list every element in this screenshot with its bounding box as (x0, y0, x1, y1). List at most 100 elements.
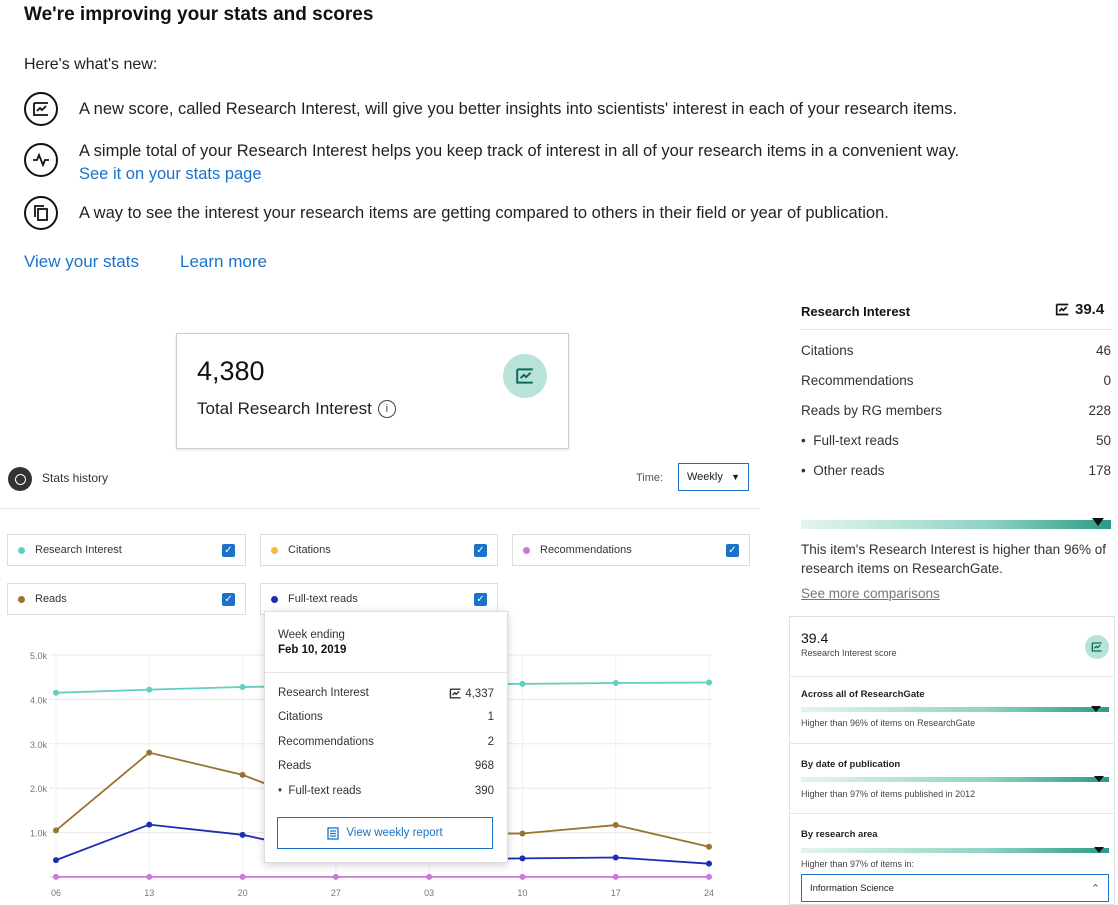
row-value: 50 (1095, 433, 1111, 448)
data-point (146, 821, 153, 828)
divider (265, 672, 507, 673)
tooltip-value: 4,337 (465, 687, 494, 700)
data-point (239, 831, 246, 838)
tooltip-row-reads: Reads 968 (278, 760, 494, 772)
section-text: Higher than 97% of items published in 20… (801, 789, 976, 799)
time-label: Time: (636, 472, 664, 484)
data-point (239, 771, 246, 778)
report-icon (327, 826, 339, 840)
data-point (146, 749, 153, 756)
data-point (53, 827, 59, 834)
learn-more-link[interactable]: Learn more (180, 252, 267, 272)
divider (0, 508, 760, 509)
research-interest-icon (1055, 303, 1069, 316)
copy-icon (24, 196, 58, 230)
section-text: Higher than 97% of items in: (801, 859, 915, 869)
percentile-bar (801, 520, 1111, 529)
data-point (53, 857, 59, 864)
panel-row-recommendations: Recommendations 0 (801, 373, 1111, 388)
research-panel-score: 39.4 (1055, 301, 1104, 318)
tooltip-row-research-interest: Research Interest 4,337 (278, 687, 494, 700)
data-point (519, 873, 526, 880)
data-point (612, 873, 619, 880)
tooltip-value: 2 (487, 736, 494, 748)
legend-dot (523, 546, 530, 554)
score-value: 39.4 (1075, 301, 1105, 318)
research-interest-icon (24, 92, 58, 126)
row-label: Other reads (813, 463, 885, 478)
legend-dot (271, 546, 278, 554)
panel-row-citations: Citations 46 (801, 343, 1111, 358)
checkbox[interactable]: ✓ (474, 543, 487, 557)
chevron-up-icon: ⌃ (1090, 882, 1100, 895)
section-title: By research area (801, 829, 878, 840)
panel-row-full-text-reads: • Full-text reads 50 (801, 433, 1111, 448)
x-tick-label: 10 (517, 888, 527, 898)
y-tick-label: 2.0k (30, 784, 48, 794)
divider (801, 329, 1111, 330)
data-point (519, 855, 526, 862)
comparison-text: This item's Research Interest is higher … (801, 542, 1106, 576)
see-more-comparisons-link[interactable]: See more comparisons (801, 586, 940, 601)
tooltip-label: Recommendations (278, 736, 374, 748)
row-value: 46 (1095, 343, 1111, 358)
tooltip-heading: Week ending (278, 629, 345, 641)
row-label: Full-text reads (813, 433, 899, 448)
legend-recommendations[interactable]: Recommendations ✓ (512, 534, 750, 566)
row-value: 178 (1088, 463, 1111, 478)
total-label: Total Research Interest (197, 399, 372, 418)
time-select[interactable]: Weekly ▼ (678, 463, 749, 491)
legend-citations[interactable]: Citations ✓ (260, 534, 498, 566)
data-point (612, 822, 619, 829)
legend-dot (18, 546, 25, 554)
pulse-icon (24, 143, 58, 177)
legend-reads[interactable]: Reads ✓ (7, 583, 246, 615)
view-weekly-report-button[interactable]: View weekly report (277, 817, 493, 849)
tooltip-row-full-text-reads: • Full-text reads 390 (278, 785, 494, 797)
stats-history-title: Stats history (42, 471, 109, 485)
x-tick-label: 17 (611, 888, 621, 898)
checkbox[interactable]: ✓ (474, 592, 487, 606)
legend-research-interest[interactable]: Research Interest ✓ (7, 534, 246, 566)
panel-row-other-reads: • Other reads 178 (801, 463, 1111, 478)
x-tick-label: 13 (144, 888, 154, 898)
total-value: 4,380 (197, 356, 265, 386)
data-point (612, 679, 619, 686)
checkbox[interactable]: ✓ (726, 543, 739, 557)
row-label: Citations (801, 343, 854, 358)
view-stats-link[interactable]: View your stats (24, 252, 139, 272)
data-point (519, 830, 526, 837)
see-stats-page-link[interactable]: See it on your stats page (79, 165, 262, 184)
row-label: Reads by RG members (801, 403, 943, 418)
section-bar (801, 777, 1109, 782)
x-tick-label: 27 (331, 888, 341, 898)
history-icon (8, 467, 32, 491)
y-tick-label: 4.0k (30, 695, 48, 705)
section-text: Higher than 96% of items on ResearchGate (801, 718, 976, 728)
row-value: 228 (1088, 403, 1111, 418)
feature-text-2: A simple total of your Research Interest… (79, 142, 960, 160)
checkbox[interactable]: ✓ (222, 592, 235, 606)
x-tick-label: 24 (704, 888, 714, 898)
y-tick-label: 1.0k (30, 829, 48, 839)
view-weekly-report-label: View weekly report (346, 827, 443, 839)
tooltip-row-citations: Citations 1 (278, 711, 494, 723)
legend-label: Citations (288, 544, 331, 556)
section-bar (801, 707, 1109, 712)
research-area-select[interactable]: Information Science ⌃ (801, 874, 1109, 902)
feature-text-3: A way to see the interest your research … (79, 204, 889, 222)
checkbox[interactable]: ✓ (222, 543, 235, 557)
tooltip-label: Reads (278, 760, 312, 772)
row-value: 0 (1103, 373, 1111, 388)
research-interest-icon (1085, 635, 1109, 659)
data-point (53, 873, 59, 880)
legend-label: Research Interest (35, 544, 122, 556)
y-tick-label: 5.0k (30, 651, 48, 661)
chevron-down-icon: ▼ (731, 472, 740, 482)
data-point (706, 843, 712, 850)
legend-label: Recommendations (540, 544, 632, 556)
data-point (426, 873, 433, 880)
section-marker (1094, 847, 1104, 853)
tooltip-value: 1 (487, 711, 494, 723)
info-icon[interactable]: i (377, 400, 396, 418)
